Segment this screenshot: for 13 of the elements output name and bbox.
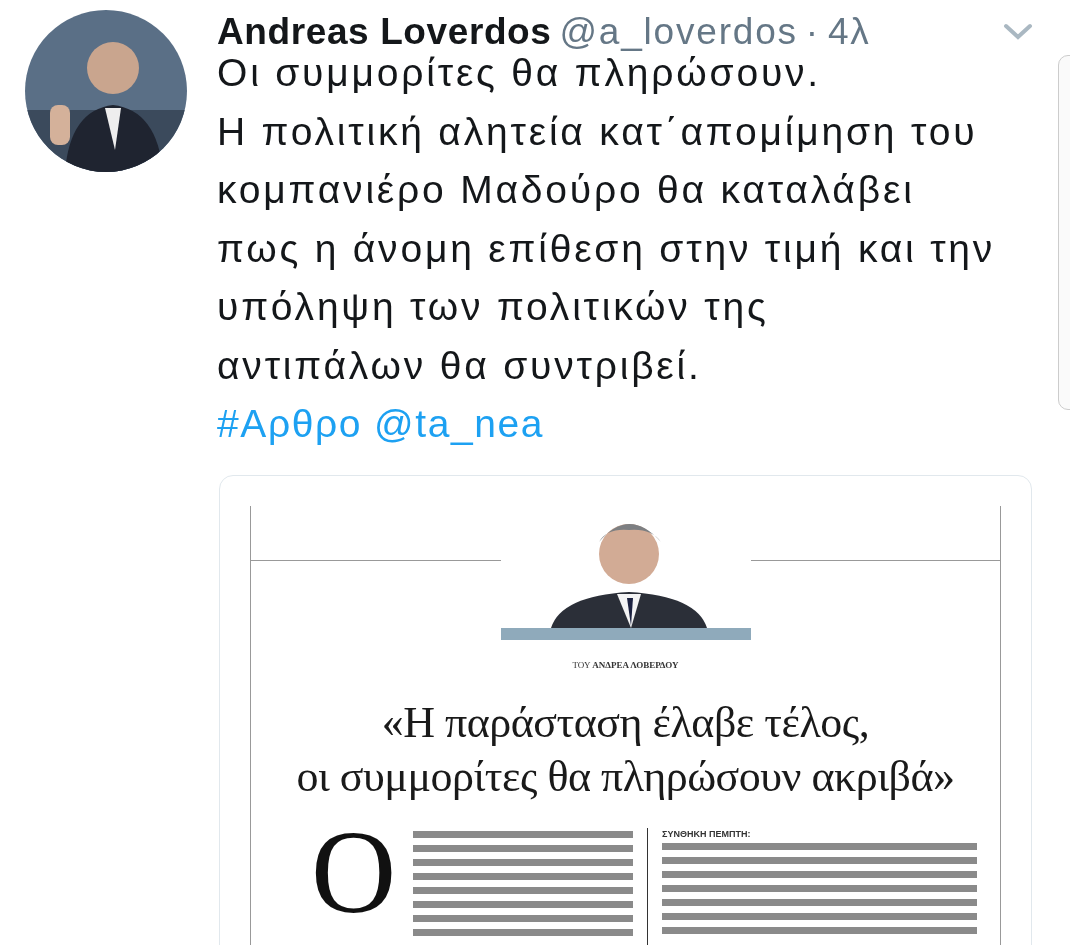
tweet-time[interactable]: 4λ — [828, 11, 871, 53]
author-name[interactable]: Andreas Loverdos — [217, 11, 552, 53]
article-headline: «Η παράσταση έλαβε τέλος, οι συμμορίτες θα πληρώσουν ακριβά» — [295, 697, 956, 803]
attachment-card[interactable]: ΤΟΥ ΑΝΔΡΕΑ ΛΟΒΕΡΔΟΥ «Η παράσταση έλαβε τέλος, οι συμμορίτες θα πληρώσουν ακριβά» Ο ΣΥΝΘΗΚΗ ΠΕΜΠΤΗ: — [219, 475, 1032, 945]
hashtag-link[interactable]: #Αρθρο — [217, 399, 363, 449]
author-handle[interactable]: @a_loverdos — [559, 11, 798, 53]
drop-cap: Ο — [311, 828, 398, 940]
chevron-down-icon[interactable] — [1003, 23, 1033, 41]
column-lead: ΣΥΝΘΗΚΗ ΠΕΜΠΤΗ: — [662, 828, 752, 840]
hashtag-link[interactable]: @ta_nea — [374, 399, 545, 449]
tweet-text: Οι συμμορίτες θα πληρώσουν. Η πολιτική αλητεία κατ΄απομίμηση του κομπανιέρο Μαδούρο θα καταλάβει πως η άνομη επίθεση στην τιμή και την υπόληψη των πολιτικών της αντιπάλων θα συντριβεί. — [217, 51, 996, 389]
byline: ΤΟΥ ΑΝΔΡΕΑ ΛΟΒΕΡΔΟΥ — [571, 660, 680, 670]
separator-dot: · — [805, 11, 820, 53]
